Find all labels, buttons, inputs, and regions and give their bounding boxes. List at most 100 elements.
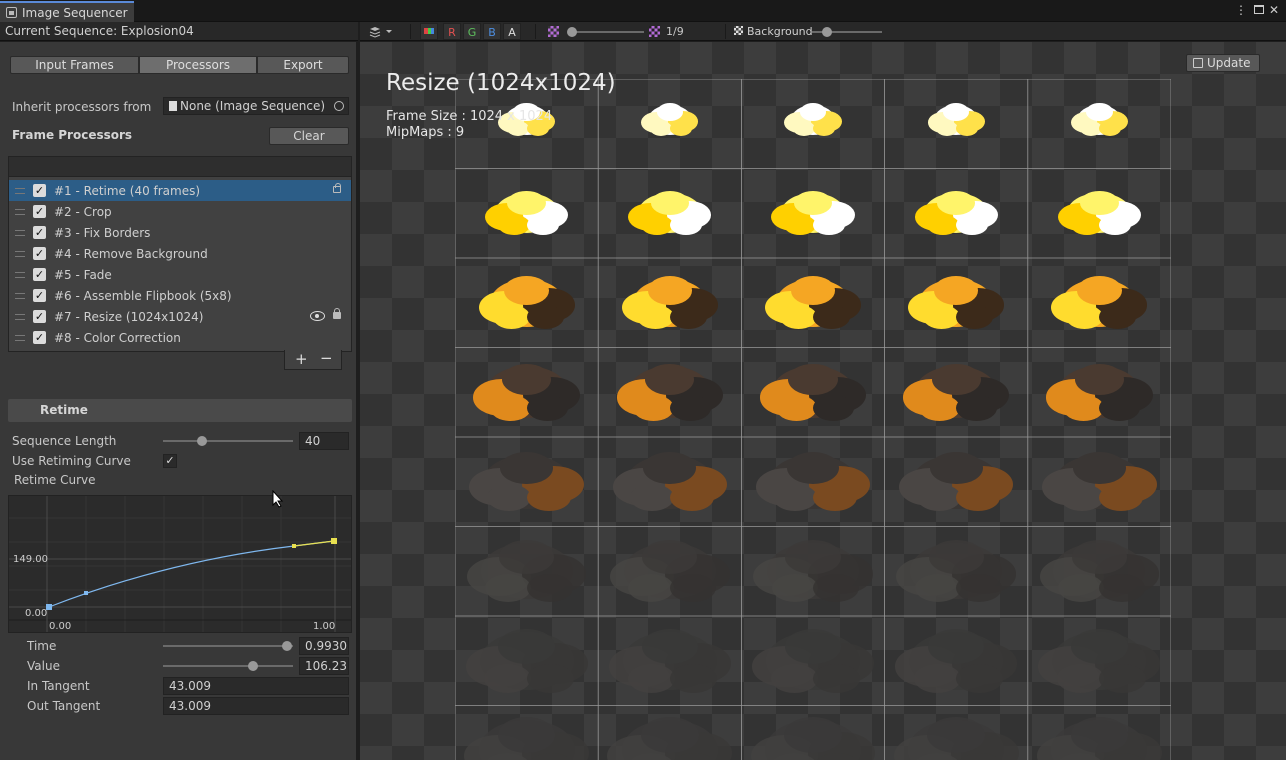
object-picker-icon[interactable] <box>334 101 344 111</box>
lock-icon[interactable] <box>333 308 341 319</box>
value-slider-knob[interactable] <box>248 661 259 671</box>
out-tangent-field[interactable]: 43.009 <box>163 697 349 715</box>
background-label: Background <box>747 25 813 38</box>
inspector-panel: Input Frames Processors Export Inherit p… <box>0 42 358 760</box>
channel-b-toggle[interactable]: B <box>483 23 501 40</box>
flipbook-frame-blob <box>526 305 564 330</box>
mip-level-label: 1/9 <box>666 25 684 38</box>
time-slider[interactable] <box>163 645 293 647</box>
drag-handle-icon[interactable] <box>15 271 25 278</box>
flipbook-frame-blob <box>956 663 1004 693</box>
flipbook-frame-blob <box>1073 452 1126 485</box>
maximize-icon[interactable] <box>1252 3 1266 17</box>
clear-button[interactable]: Clear <box>269 127 349 145</box>
window-tab[interactable]: Image Sequencer <box>0 1 134 22</box>
flipbook-frame-blob <box>641 717 699 754</box>
flipbook-frame-blob <box>813 574 859 603</box>
image-viewer[interactable]: Resize (1024x1024) Frame Size : 1024 x 1… <box>360 42 1286 760</box>
flipbook-frame-blob <box>507 191 546 216</box>
eye-icon[interactable] <box>310 311 325 321</box>
mip-slider-knob[interactable] <box>567 27 577 37</box>
flipbook-frame-blob <box>1077 276 1122 306</box>
unlock-icon[interactable] <box>333 183 341 193</box>
drag-handle-icon[interactable] <box>15 208 25 215</box>
layers-dropdown-button[interactable] <box>364 23 394 40</box>
in-tangent-label: In Tangent <box>27 679 90 693</box>
flipbook-preview <box>455 79 1171 760</box>
retime-header[interactable]: Retime <box>8 399 352 422</box>
processor-item[interactable]: ✓ #1 - Retime (40 frames) <box>9 180 351 201</box>
processor-enabled-checkbox[interactable]: ✓ <box>33 289 46 302</box>
flipbook-frame-blob <box>485 574 532 603</box>
time-field[interactable]: 0.99305 <box>299 637 349 655</box>
tab-input-frames[interactable]: Input Frames <box>10 56 139 74</box>
processor-item[interactable]: ✓ #2 - Crop <box>9 201 351 222</box>
in-tangent-field[interactable]: 43.009 <box>163 677 349 695</box>
add-processor-button[interactable]: + <box>295 350 308 368</box>
channel-r-toggle[interactable]: R <box>443 23 461 40</box>
background-slider-knob[interactable] <box>822 27 832 37</box>
flipbook-frame-blob <box>770 663 818 693</box>
flipbook-frame-blob <box>1074 363 1124 395</box>
mip-slider[interactable] <box>572 31 644 33</box>
kebab-icon[interactable]: ⋮ <box>1234 3 1248 17</box>
inherit-object-field[interactable]: None (Image Sequence) <box>163 97 349 115</box>
flipbook-frame-blob <box>813 305 850 330</box>
processor-item[interactable]: ✓ #6 - Assemble Flipbook (5x8) <box>9 285 351 306</box>
curve-x-max-label: 1.00 <box>313 621 336 632</box>
flipbook-frame-blob <box>785 540 841 575</box>
flipbook-frame-blob <box>919 394 961 421</box>
mipmaps-label: MipMaps : 9 <box>386 125 465 140</box>
processor-item[interactable]: ✓ #7 - Resize (1024x1024) <box>9 306 351 327</box>
processor-enabled-checkbox[interactable]: ✓ <box>33 226 46 239</box>
current-sequence-bar: Current Sequence: Explosion04 <box>0 22 358 41</box>
flipbook-frame-blob <box>650 191 689 216</box>
flipbook-frame-blob <box>497 215 530 236</box>
use-retiming-curve-checkbox[interactable]: ✓ <box>163 454 177 468</box>
processor-enabled-checkbox[interactable]: ✓ <box>33 247 46 260</box>
sequence-length-slider-knob[interactable] <box>196 436 207 446</box>
processor-enabled-checkbox[interactable]: ✓ <box>33 205 46 218</box>
processor-enabled-checkbox[interactable]: ✓ <box>33 310 46 323</box>
processor-item[interactable]: ✓ #3 - Fix Borders <box>9 222 351 243</box>
processor-enabled-checkbox[interactable]: ✓ <box>33 184 46 197</box>
sequence-length-slider[interactable] <box>163 440 293 442</box>
tab-export[interactable]: Export <box>257 56 349 74</box>
processor-label: #4 - Remove Background <box>54 246 208 261</box>
processor-enabled-checkbox[interactable]: ✓ <box>33 331 46 344</box>
close-icon[interactable]: ✕ <box>1267 3 1281 17</box>
flipbook-frame-blob <box>913 663 961 693</box>
flipbook-frame-blob <box>788 363 838 395</box>
sequence-length-field[interactable]: 40 <box>299 432 349 450</box>
flipbook-frame-blob <box>669 305 707 330</box>
flipbook-frame-blob <box>669 574 716 603</box>
flipbook-frame-blob <box>526 663 574 693</box>
rgb-toggle[interactable] <box>420 23 438 40</box>
retime-curve-editor[interactable]: 149.00 0.00 0.00 1.00 <box>8 495 352 633</box>
value-slider[interactable] <box>163 665 293 667</box>
current-sequence-label: Current Sequence: Explosion04 <box>5 24 194 38</box>
processor-item[interactable]: ✓ #8 - Color Correction <box>9 327 351 348</box>
remove-processor-button[interactable]: − <box>320 349 333 367</box>
toolbar-separator <box>410 24 411 39</box>
time-slider-knob[interactable] <box>281 641 292 651</box>
flipbook-frame-blob <box>956 574 1003 603</box>
flipbook-frame-blob <box>526 215 559 236</box>
channel-g-toggle[interactable]: G <box>463 23 481 40</box>
drag-handle-icon[interactable] <box>15 292 25 299</box>
processor-label: #6 - Assemble Flipbook (5x8) <box>54 288 232 303</box>
flipbook-frame-blob <box>645 363 695 395</box>
update-button[interactable]: Update <box>1186 54 1260 72</box>
processor-item[interactable]: ✓ #5 - Fade <box>9 264 351 285</box>
value-field[interactable]: 106.231 <box>299 657 349 675</box>
channel-a-toggle[interactable]: A <box>503 23 521 40</box>
document-icon <box>169 101 177 111</box>
drag-handle-icon[interactable] <box>15 250 25 257</box>
drag-handle-icon[interactable] <box>15 187 25 194</box>
processor-enabled-checkbox[interactable]: ✓ <box>33 268 46 281</box>
drag-handle-icon[interactable] <box>15 313 25 320</box>
processor-item[interactable]: ✓ #4 - Remove Background <box>9 243 351 264</box>
drag-handle-icon[interactable] <box>15 334 25 341</box>
drag-handle-icon[interactable] <box>15 229 25 236</box>
tab-processors[interactable]: Processors <box>139 56 257 74</box>
